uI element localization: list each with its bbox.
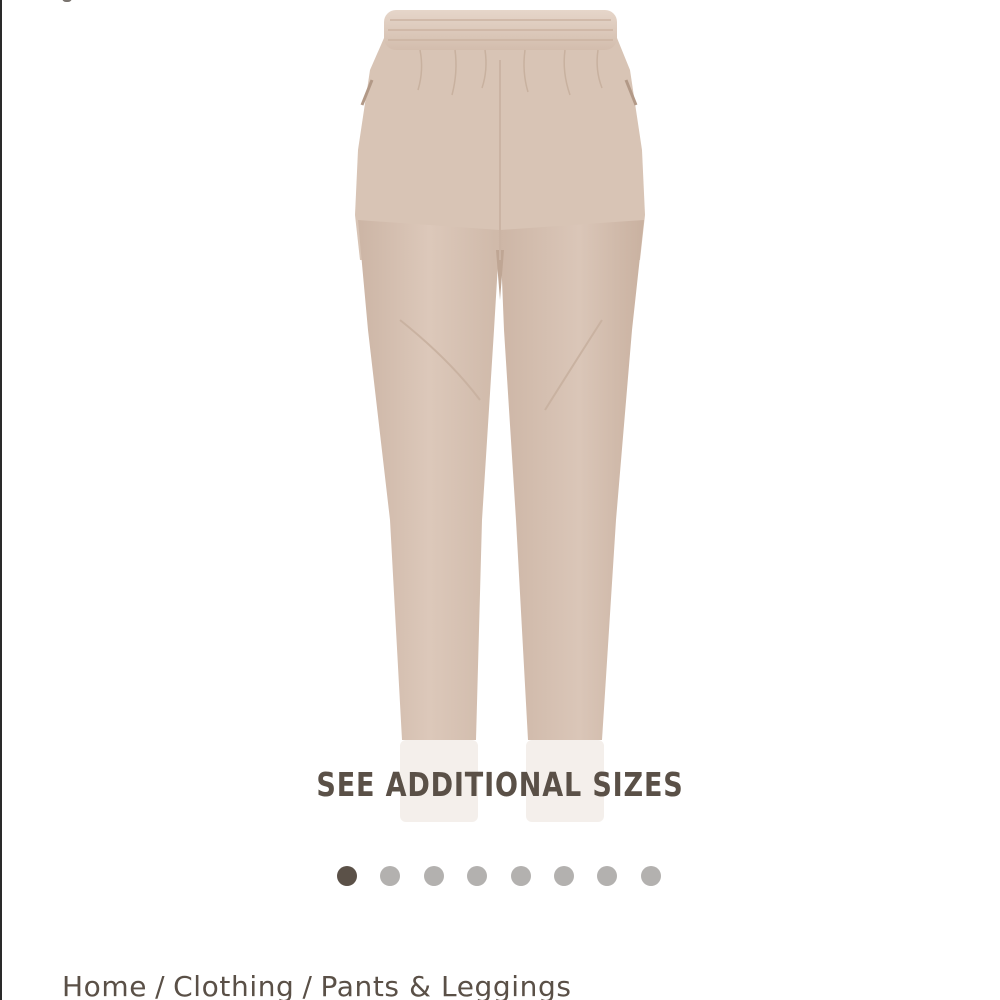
product-page: SEE ADDITIONAL SIZES Home / Clothing / Pants…	[0, 0, 1000, 1000]
cropped-glyph-fragment	[62, 0, 72, 2]
see-additional-sizes-button[interactable]: SEE ADDITIONAL SIZES	[90, 765, 910, 804]
carousel-dot[interactable]	[640, 866, 661, 886]
breadcrumb-separator: /	[302, 970, 313, 1000]
carousel-pagination	[337, 865, 677, 887]
carousel-dot[interactable]	[380, 866, 401, 886]
carousel-dot[interactable]	[423, 866, 444, 886]
breadcrumb-separator: /	[155, 970, 166, 1000]
carousel-dot[interactable]	[467, 866, 488, 886]
carousel-dot[interactable]	[597, 866, 618, 886]
breadcrumb-clothing-link[interactable]: Clothing	[173, 970, 294, 1000]
product-image[interactable]	[340, 0, 660, 830]
carousel-dot[interactable]	[510, 866, 531, 886]
carousel-dot[interactable]	[337, 866, 357, 886]
breadcrumb-home-link[interactable]: Home	[62, 970, 147, 1000]
pants-illustration	[355, 10, 645, 822]
carousel-dot[interactable]	[553, 866, 574, 886]
breadcrumb-pants-leggings-link[interactable]: Pants & Leggings	[320, 970, 571, 1000]
left-edge-rule	[0, 0, 2, 1000]
breadcrumb: Home / Clothing / Pants & Leggings	[62, 970, 572, 1000]
